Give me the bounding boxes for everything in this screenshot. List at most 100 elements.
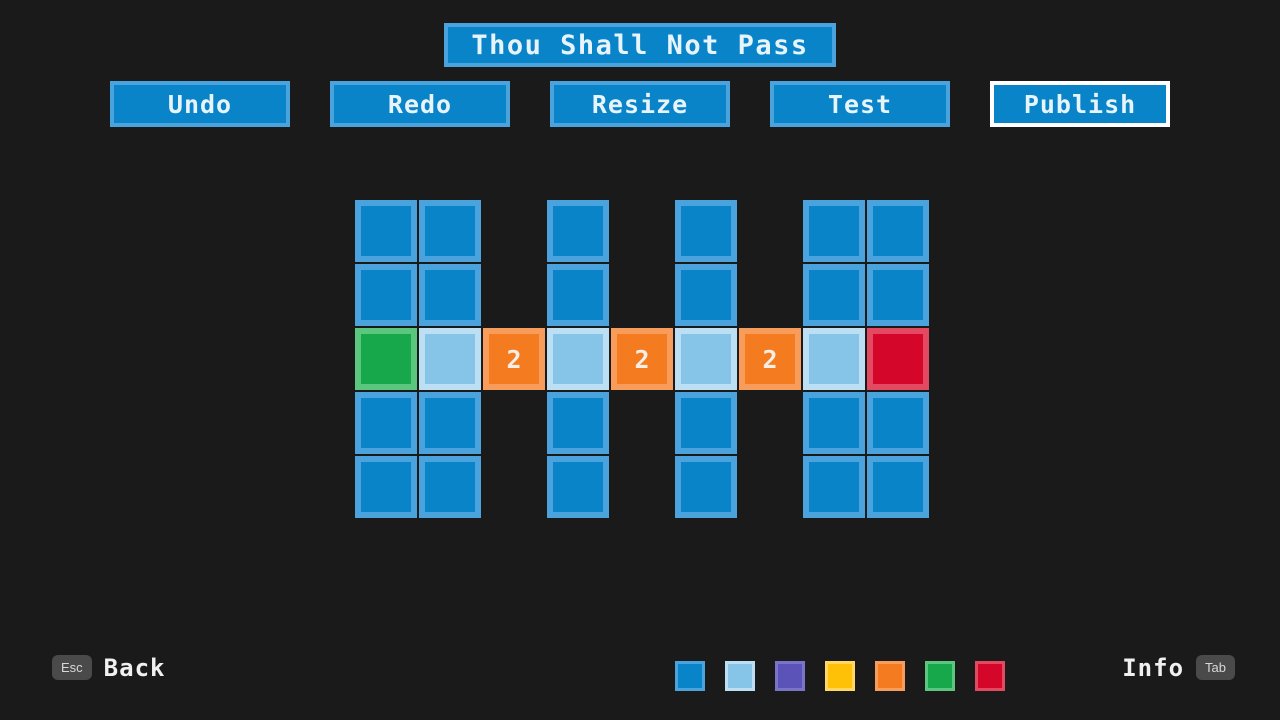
tile-blue[interactable] (675, 456, 737, 518)
grid-cell[interactable] (802, 455, 866, 519)
palette-swatch-purple[interactable] (775, 661, 805, 691)
back-hint[interactable]: Esc Back (52, 655, 165, 680)
palette-swatch-yellow[interactable] (825, 661, 855, 691)
grid-cell[interactable] (482, 455, 546, 519)
tile-lightblue[interactable] (803, 328, 865, 390)
resize-button[interactable]: Resize (550, 81, 730, 127)
grid-cell[interactable]: 2 (738, 327, 802, 391)
grid-cell[interactable] (354, 199, 418, 263)
tile-blue[interactable] (547, 264, 609, 326)
palette-swatch-green[interactable] (925, 661, 955, 691)
tile-empty[interactable] (483, 392, 545, 454)
tile-blue[interactable] (675, 264, 737, 326)
palette-swatch-blue[interactable] (675, 661, 705, 691)
tile-lightblue[interactable] (547, 328, 609, 390)
tile-empty[interactable] (739, 456, 801, 518)
grid-cell[interactable] (546, 327, 610, 391)
grid-cell[interactable] (802, 391, 866, 455)
publish-button[interactable]: Publish (990, 81, 1170, 127)
grid-cell[interactable] (610, 199, 674, 263)
tile-blue[interactable] (803, 200, 865, 262)
tile-blue[interactable] (867, 264, 929, 326)
grid-cell[interactable] (418, 455, 482, 519)
level-grid[interactable]: 2 2 2 (354, 199, 930, 519)
tile-blue[interactable] (547, 392, 609, 454)
grid-cell[interactable] (354, 391, 418, 455)
grid-cell[interactable] (802, 199, 866, 263)
tile-blue[interactable] (803, 456, 865, 518)
tile-red[interactable] (867, 328, 929, 390)
grid-cell[interactable] (610, 391, 674, 455)
grid-cell[interactable] (354, 327, 418, 391)
esc-key-badge[interactable]: Esc (52, 655, 92, 680)
grid-cell[interactable] (866, 327, 930, 391)
grid-cell[interactable] (354, 455, 418, 519)
tile-empty[interactable] (611, 264, 673, 326)
tile-lightblue[interactable] (419, 328, 481, 390)
tile-green[interactable] (355, 328, 417, 390)
grid-cell[interactable] (866, 391, 930, 455)
tile-blue[interactable] (355, 200, 417, 262)
grid-cell[interactable] (738, 391, 802, 455)
grid-cell[interactable]: 2 (610, 327, 674, 391)
grid-cell[interactable] (866, 199, 930, 263)
grid-cell[interactable] (738, 263, 802, 327)
grid-cell[interactable] (546, 455, 610, 519)
tile-blue[interactable] (803, 392, 865, 454)
grid-cell[interactable] (546, 199, 610, 263)
tile-blue[interactable] (355, 264, 417, 326)
tile-blue[interactable] (867, 392, 929, 454)
grid-cell[interactable] (674, 199, 738, 263)
grid-cell[interactable] (866, 263, 930, 327)
tab-key-badge[interactable]: Tab (1196, 655, 1235, 680)
tile-blue[interactable] (803, 264, 865, 326)
tile-empty[interactable] (611, 392, 673, 454)
grid-cell[interactable] (674, 263, 738, 327)
tile-blue[interactable] (419, 456, 481, 518)
tile-empty[interactable] (739, 264, 801, 326)
tile-empty[interactable] (611, 200, 673, 262)
grid-cell[interactable] (674, 391, 738, 455)
tile-orange[interactable]: 2 (739, 328, 801, 390)
tile-blue[interactable] (675, 392, 737, 454)
grid-cell[interactable]: 2 (482, 327, 546, 391)
tile-empty[interactable] (739, 392, 801, 454)
grid-cell[interactable] (866, 455, 930, 519)
grid-cell[interactable] (738, 455, 802, 519)
undo-button[interactable]: Undo (110, 81, 290, 127)
grid-cell[interactable] (418, 263, 482, 327)
info-hint[interactable]: Info Tab (1122, 655, 1235, 680)
tile-blue[interactable] (355, 456, 417, 518)
level-title-bar[interactable]: Thou Shall Not Pass (444, 23, 836, 67)
grid-cell[interactable] (802, 327, 866, 391)
grid-cell[interactable] (674, 327, 738, 391)
tile-blue[interactable] (355, 392, 417, 454)
tile-empty[interactable] (483, 200, 545, 262)
tile-blue[interactable] (867, 200, 929, 262)
tile-blue[interactable] (547, 456, 609, 518)
tile-lightblue[interactable] (675, 328, 737, 390)
grid-cell[interactable] (482, 263, 546, 327)
redo-button[interactable]: Redo (330, 81, 510, 127)
grid-cell[interactable] (802, 263, 866, 327)
grid-cell[interactable] (418, 327, 482, 391)
tile-blue[interactable] (419, 264, 481, 326)
tile-empty[interactable] (611, 456, 673, 518)
tile-blue[interactable] (867, 456, 929, 518)
palette-swatch-red[interactable] (975, 661, 1005, 691)
tile-blue[interactable] (675, 200, 737, 262)
grid-cell[interactable] (354, 263, 418, 327)
tile-blue[interactable] (419, 200, 481, 262)
grid-cell[interactable] (418, 199, 482, 263)
tile-blue[interactable] (547, 200, 609, 262)
test-button[interactable]: Test (770, 81, 950, 127)
grid-cell[interactable] (482, 199, 546, 263)
tile-blue[interactable] (419, 392, 481, 454)
grid-cell[interactable] (546, 391, 610, 455)
grid-cell[interactable] (546, 263, 610, 327)
grid-cell[interactable] (610, 455, 674, 519)
grid-cell[interactable] (418, 391, 482, 455)
color-palette[interactable] (675, 661, 1005, 691)
palette-swatch-orange[interactable] (875, 661, 905, 691)
palette-swatch-lightblue[interactable] (725, 661, 755, 691)
